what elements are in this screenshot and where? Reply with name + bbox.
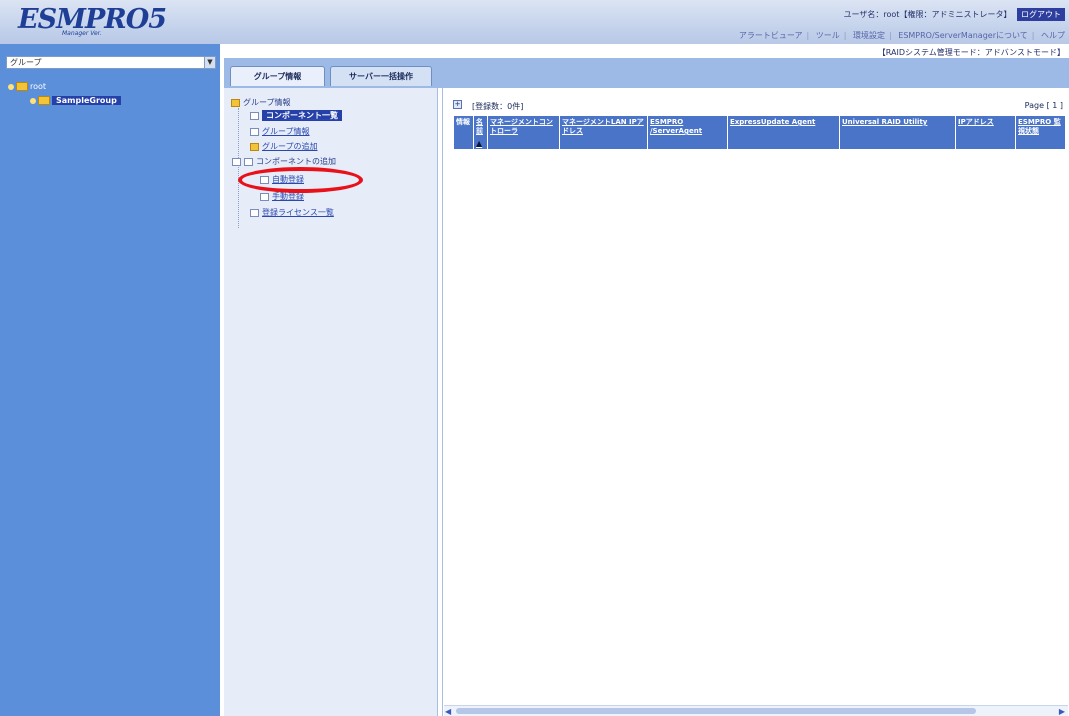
computer-icon <box>244 157 253 166</box>
tree-item-root[interactable]: root <box>8 82 46 91</box>
tab-group-info[interactable]: グループ情報 <box>230 66 325 86</box>
column-name[interactable]: 名前 ▲ <box>474 116 488 149</box>
menu-alert-viewer[interactable]: アラートビューア <box>739 31 803 40</box>
user-info: ユーザ名：root【権限：アドミニストレータ】 ログアウト <box>844 8 1065 21</box>
column-management-controller[interactable]: マネージメントコントローラ <box>488 116 560 149</box>
user-label: ユーザ名：root【権限：アドミニストレータ】 <box>843 10 1012 19</box>
folder-icon <box>231 98 240 107</box>
raid-mode-label: 【RAIDシステム管理モード：アドバンストモード】 <box>877 48 1065 57</box>
table-header: 情報 名前 ▲ マネージメントコントローラ マネージメントLAN IPアドレス … <box>454 116 1065 149</box>
expand-icon[interactable] <box>30 97 36 104</box>
tree-item-samplegroup[interactable]: SampleGroup <box>30 96 121 105</box>
column-monitor-status[interactable]: ESMPRO 監視状態 <box>1016 116 1065 149</box>
nav-add-component[interactable]: コンポーネントの追加 <box>232 156 336 167</box>
column-ip-address[interactable]: IPアドレス <box>956 116 1016 149</box>
component-list-pane <box>442 88 1069 716</box>
chevron-down-icon[interactable]: ▼ <box>204 57 215 68</box>
document-icon <box>250 208 259 217</box>
scroll-right-icon[interactable]: ▶ <box>1059 707 1065 716</box>
folder-icon <box>38 96 50 105</box>
menu-tools[interactable]: ツール <box>816 31 840 40</box>
page-indicator: Page [ 1 ] <box>1024 101 1063 110</box>
nav-group-info[interactable]: グループ情報 <box>231 97 291 108</box>
menu-about[interactable]: ESMPRO/ServerManagerについて <box>898 31 1027 40</box>
nav-add-group[interactable]: グループの追加 <box>250 141 318 152</box>
expand-all-icon[interactable]: + <box>453 100 462 109</box>
highlight-circle <box>238 167 363 193</box>
group-select-value: グループ <box>10 58 42 67</box>
computer-icon <box>260 192 269 201</box>
scrollbar-thumb[interactable] <box>456 708 976 714</box>
group-tree-pane <box>0 44 220 716</box>
menu-help[interactable]: ヘルプ <box>1041 31 1065 40</box>
document-icon <box>250 127 259 136</box>
folder-icon <box>250 142 259 151</box>
logout-button[interactable]: ログアウト <box>1017 8 1065 21</box>
expand-icon[interactable] <box>232 157 241 166</box>
tree-root-label: root <box>30 82 47 91</box>
group-select[interactable]: グループ ▼ <box>6 56 216 69</box>
logo-subtitle: Manager Ver. <box>62 30 102 37</box>
column-esmpro-serveragent[interactable]: ESMPRO /ServerAgent <box>648 116 728 149</box>
top-menu: アラートビューア | ツール | 環境設定 | ESMPRO/ServerManage… <box>738 31 1065 40</box>
breadcrumb: root ＞ SampleGroup <box>224 48 308 57</box>
record-count: [登録数：0件] <box>472 102 524 111</box>
menu-settings[interactable]: 環境設定 <box>853 31 885 40</box>
column-info: 情報 <box>454 116 474 149</box>
nav-component-list[interactable]: コンポーネント一覧 <box>250 110 342 121</box>
column-management-lan-ip[interactable]: マネージメントLAN IPアドレス <box>560 116 648 149</box>
scroll-left-icon[interactable]: ◀ <box>445 707 451 716</box>
tab-server-batch[interactable]: サーバー一括操作 <box>330 66 432 86</box>
sort-asc-icon[interactable]: ▲ <box>476 139 485 148</box>
tree-child-label: SampleGroup <box>52 96 121 105</box>
column-universal-raid-utility[interactable]: Universal RAID Utility <box>840 116 956 149</box>
expand-icon[interactable] <box>8 83 14 90</box>
tree-connector <box>238 108 239 228</box>
column-expressupdate-agent[interactable]: ExpressUpdate Agent <box>728 116 840 149</box>
horizontal-scrollbar[interactable]: ◀ ▶ <box>444 705 1068 716</box>
nav-group-settings[interactable]: グループ情報 <box>250 126 310 137</box>
nav-license-list[interactable]: 登録ライセンス一覧 <box>250 207 334 218</box>
list-icon <box>250 111 259 120</box>
folder-icon <box>16 82 28 91</box>
